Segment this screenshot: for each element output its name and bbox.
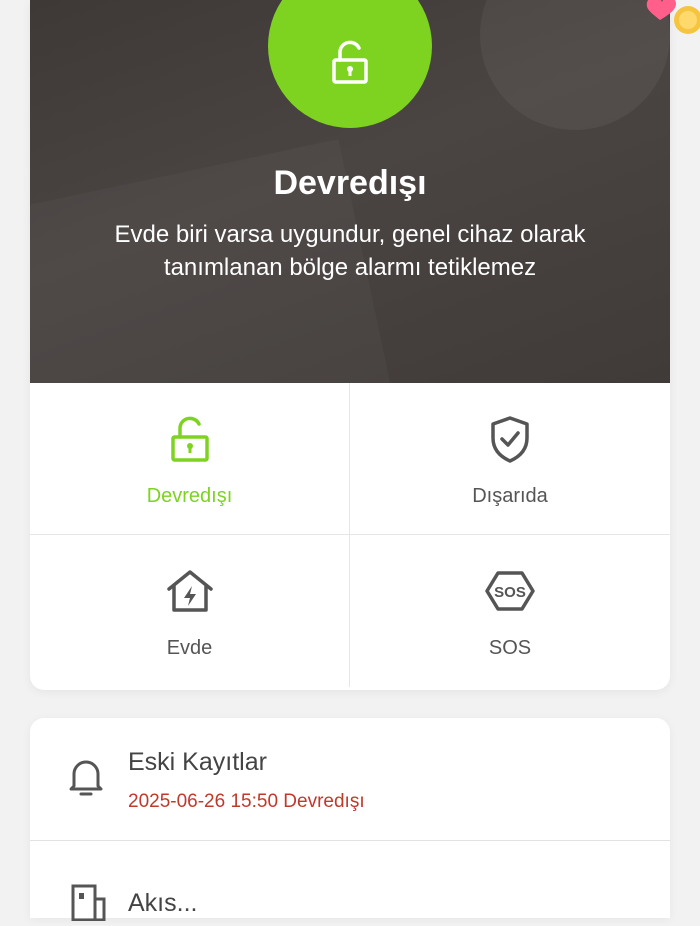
status-description: Evde biri varsa uygundur, genel cihaz ol… bbox=[114, 221, 586, 281]
mode-label: Evde bbox=[166, 637, 213, 659]
mode-disarmed-button[interactable]: Devredışı bbox=[30, 383, 350, 535]
latest-record: 2025-06-26 15:50 Devredışı bbox=[128, 791, 365, 812]
status-indicator bbox=[268, 0, 432, 128]
building-icon bbox=[70, 881, 106, 926]
next-list-item[interactable]: Akıs... bbox=[30, 841, 670, 922]
security-mode-card: Devredışı Evde biri varsa uygundur, gene… bbox=[30, 0, 670, 690]
sos-icon: SOS bbox=[484, 565, 536, 617]
mode-label: Devredışı bbox=[146, 485, 233, 507]
records-title: Eski Kayıtlar bbox=[128, 748, 267, 776]
unlocked-padlock-icon bbox=[164, 413, 216, 465]
status-header: Devredışı Evde biri varsa uygundur, gene… bbox=[30, 0, 670, 383]
mode-away-button[interactable]: Dışarıda bbox=[350, 383, 670, 535]
bell-icon bbox=[68, 756, 104, 801]
mode-grid: Devredışı Dışarıda Evde SOS SOS bbox=[30, 383, 670, 690]
mode-sos-button[interactable]: SOS SOS bbox=[350, 535, 670, 687]
sticker-icon bbox=[636, 0, 700, 50]
records-card: Eski Kayıtlar 2025-06-26 15:50 Devredışı… bbox=[30, 718, 670, 922]
mode-label: Dışarıda bbox=[472, 485, 548, 507]
mode-label: SOS bbox=[488, 637, 532, 659]
svg-text:SOS: SOS bbox=[494, 584, 526, 601]
next-item-label: Akıs... bbox=[128, 889, 198, 917]
home-bolt-icon bbox=[164, 565, 216, 617]
mode-home-button[interactable]: Evde bbox=[30, 535, 350, 687]
shield-check-icon bbox=[484, 413, 536, 465]
old-records-item[interactable]: Eski Kayıtlar 2025-06-26 15:50 Devredışı bbox=[30, 718, 670, 841]
unlocked-padlock-icon bbox=[330, 40, 370, 89]
status-title: Devredışı bbox=[273, 164, 427, 202]
